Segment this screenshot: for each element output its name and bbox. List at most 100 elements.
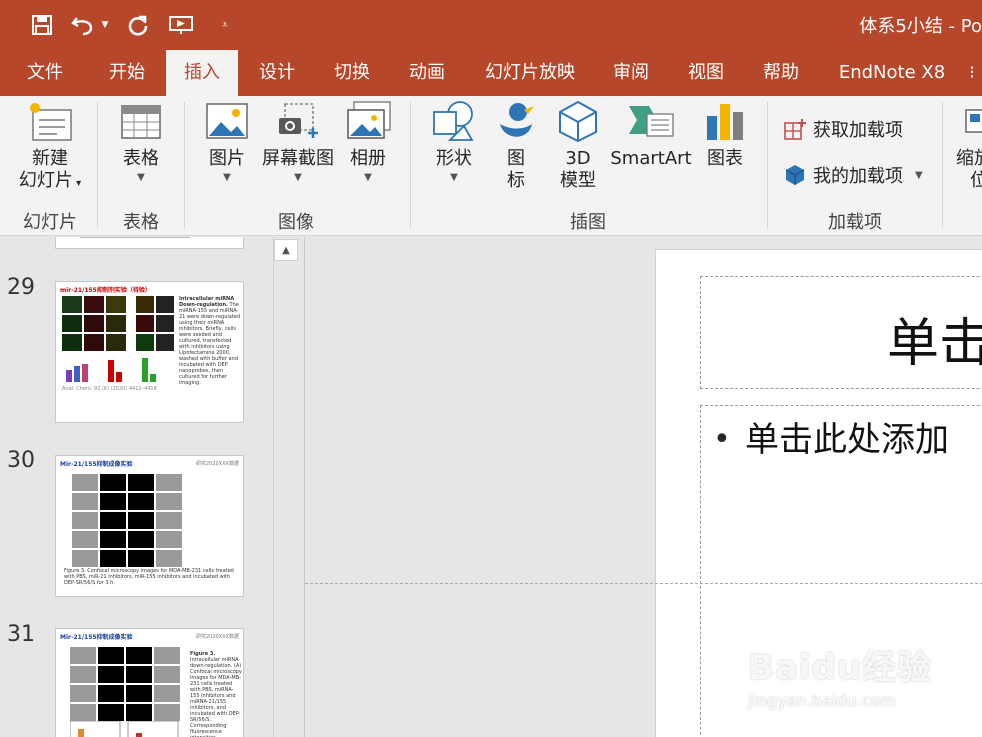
start-from-beginning-icon[interactable] [166,10,196,40]
micrograph-cell [154,666,180,683]
new-slide-icon [30,103,72,141]
zoom-label-2: 位 [970,170,982,191]
micrograph-cell [84,315,104,332]
bullet-icon: • [713,422,731,457]
tab-home[interactable]: 开始 [96,50,158,96]
micrograph-cell [100,474,126,491]
micrograph-cell [126,647,152,664]
micrograph-grid [62,296,126,351]
micrograph-cell [62,296,82,313]
new-slide-label-2: 幻灯片 [18,170,73,191]
photo-album-icon [347,101,391,139]
thumbnail-body-text: Figure 3. Intracellular miRNA down-regul… [190,651,242,737]
thumbnail-scrollbar[interactable] [273,237,299,737]
micrograph-cell [100,493,126,510]
customize-quick-access-icon[interactable]: ⩡ [214,10,236,40]
title-bar: ▼ ⩡ 体系5小结 - Po [0,0,982,50]
micrograph-cell [72,474,98,491]
tab-review[interactable]: 审阅 [601,50,661,96]
shapes-icon [433,101,474,141]
tab-animations[interactable]: 动画 [397,50,457,96]
chart-button[interactable]: 图表 [700,100,750,170]
chevron-down-icon: ▼ [223,172,231,183]
table-button[interactable]: 表格 ▼ [110,100,172,184]
micrograph-cell [156,531,182,548]
slide-thumbnail-28[interactable] [55,237,244,249]
save-icon[interactable] [28,10,56,40]
chevron-down-icon: ▼ [450,172,458,183]
smartart-label: SmartArt [610,148,692,169]
bar-chart-thumbnail [66,358,156,382]
chevron-down-icon: ▼ [915,169,923,181]
ribbon: 新建 幻灯片 ▾ 幻灯片 表格 ▼ 表格 图片 ▼ 屏幕截图 ▼ 相册 ▼ 图像… [0,96,982,236]
micrograph-cell [70,704,96,721]
micrograph-cell [128,474,154,491]
micrograph-cell [136,296,154,313]
micrograph-cell [154,704,180,721]
slide-thumbnail-pane[interactable]: 29 mir-21/155抑制剂实验（待验） Anal. Chem. 92 (6… [0,237,300,737]
micrograph-cell [136,315,154,332]
group-separator [184,102,185,228]
my-addins-icon [785,165,805,185]
my-addins-button[interactable]: 我的加载项 ▼ [783,160,923,190]
group-addins-label: 加载项 [828,212,882,233]
watermark: Baidu经验 jingyan.baidu.com [748,640,932,710]
tab-slide-show[interactable]: 幻灯片放映 [478,50,582,96]
micrograph-cell [98,704,124,721]
photo-album-button[interactable]: 相册 ▼ [340,100,396,184]
icons-label-2: 标 [507,170,525,191]
scroll-up-icon[interactable]: ▲ [274,239,298,261]
micrograph-grid [72,474,182,567]
alignment-guide [305,583,982,584]
watermark-url: jingyan.baidu.com [748,691,896,710]
new-slide-button[interactable]: 新建 幻灯片 ▾ [12,100,88,195]
chart-icon [707,104,743,140]
pictures-button[interactable]: 图片 ▼ [198,100,256,184]
zoom-label-1: 缩放 [956,148,982,169]
3d-models-label-2: 模型 [560,170,596,191]
get-addins-button[interactable]: 获取加载项 [783,114,903,144]
group-slides-label: 幻灯片 [23,212,77,233]
slide-thumbnail-30[interactable]: Mir-21/155抑制成像实验 研究2020XXX数据 Figure 3. C… [55,455,244,597]
screenshot-button[interactable]: 屏幕截图 ▼ [258,100,338,184]
micrograph-cell [128,512,154,529]
tab-design[interactable]: 设计 [247,50,307,96]
redo-icon[interactable] [124,10,152,40]
pictures-label: 图片 [209,148,245,169]
undo-icon[interactable] [70,10,96,40]
icons-button[interactable]: 图 标 [492,100,540,192]
micrograph-cell [70,685,96,702]
screenshot-label: 屏幕截图 [262,148,334,169]
3d-models-button[interactable]: 3D 模型 [550,100,606,192]
tab-help[interactable]: 帮助 [751,50,811,96]
micrograph-cell [156,474,182,491]
slide-number-29: 29 [7,275,35,300]
group-illustrations-label: 插图 [570,212,606,233]
zoom-button[interactable]: 缩放 位 [956,100,982,192]
slide-thumbnail-31[interactable]: Mir-21/155抑制成像实验 研究2020XXX数据 Figure 3. I… [55,628,244,737]
thumbnail-body-text: Intracellular miRNA Down-regulation. The… [179,296,241,386]
document-title: 体系5小结 - Po [859,16,982,37]
tab-file[interactable]: 文件 [14,50,76,96]
micrograph-cell [100,512,126,529]
shapes-button[interactable]: 形状 ▼ [426,100,482,184]
undo-dropdown-icon[interactable]: ▼ [98,10,112,40]
thumbnail-tag: 研究2020XXX数据 [195,634,239,640]
tab-endnote[interactable]: EndNote X8 [830,50,954,96]
group-separator [767,102,768,228]
micrograph-cell [128,531,154,548]
new-slide-label-1: 新建 [32,148,68,169]
micrograph-cell [84,296,104,313]
micrograph-cell [106,334,126,351]
title-placeholder[interactable]: 单击 [700,276,982,389]
table-label: 表格 [123,148,159,169]
micrograph-cell [156,296,174,313]
tab-view[interactable]: 视图 [676,50,736,96]
ribbon-tabs: 文件 开始 插入 设计 切换 动画 幻灯片放映 审阅 视图 帮助 EndNote… [0,50,982,96]
tab-more-icon[interactable]: ⁝ [962,50,982,96]
smartart-button[interactable]: SmartArt [610,100,692,170]
tab-transitions[interactable]: 切换 [322,50,382,96]
slide-thumbnail-29[interactable]: mir-21/155抑制剂实验（待验） Anal. Chem. 92 (6) (… [55,281,244,423]
micrograph-cell [126,685,152,702]
tab-insert[interactable]: 插入 [166,50,238,96]
